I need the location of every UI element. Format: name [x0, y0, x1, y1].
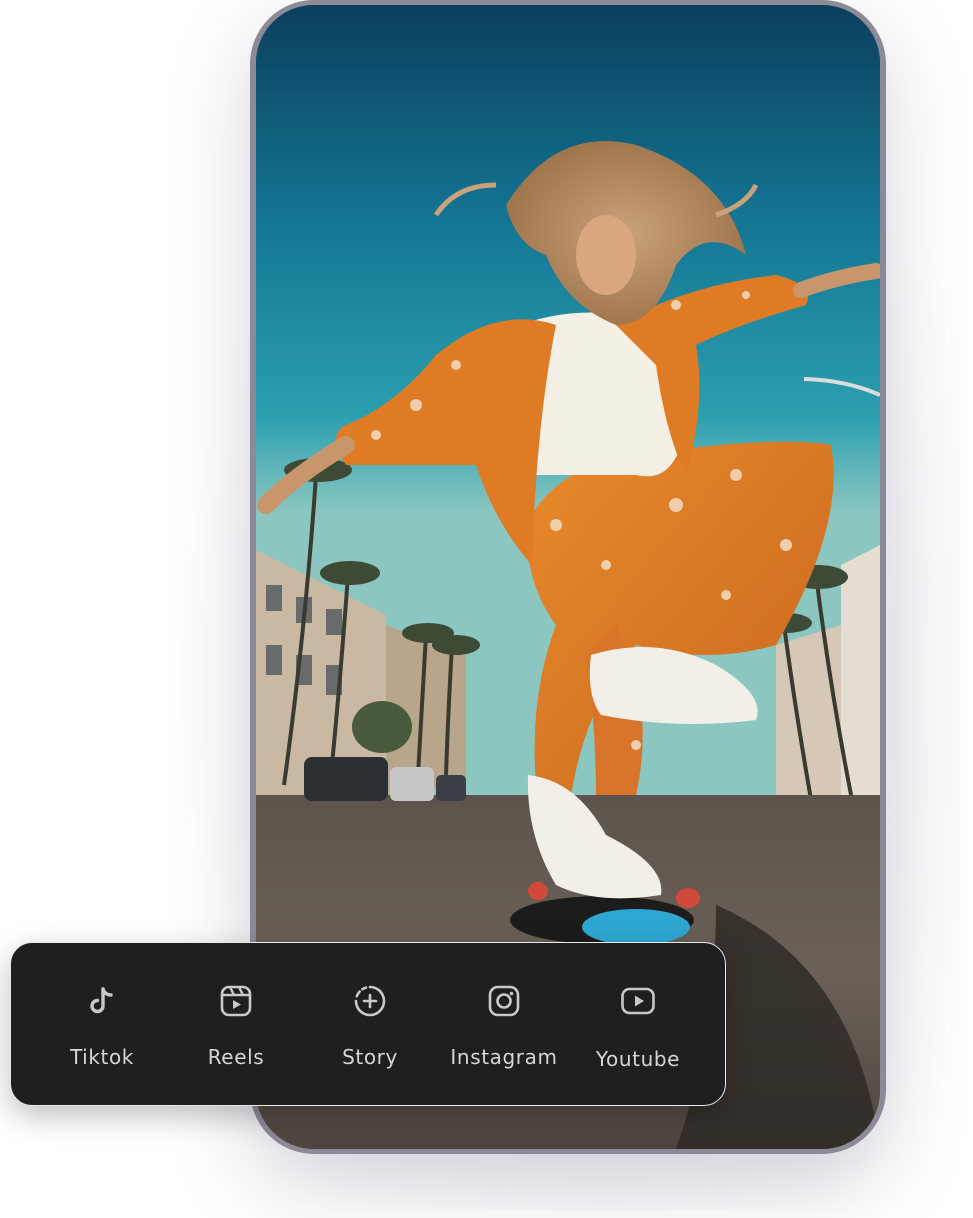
- story-icon: [352, 983, 388, 1019]
- youtube-icon: [620, 983, 656, 1019]
- share-option-youtube[interactable]: Youtube: [571, 983, 705, 1079]
- instagram-icon: [486, 983, 522, 1019]
- share-option-label: Story: [342, 1045, 398, 1069]
- share-option-tiktok[interactable]: Tiktok: [35, 983, 169, 1079]
- share-options-bar: Tiktok Reels Story Instagram Youtube: [10, 942, 726, 1106]
- share-option-label: Instagram: [450, 1045, 558, 1069]
- share-option-label: Tiktok: [69, 1045, 134, 1069]
- share-option-story[interactable]: Story: [303, 983, 437, 1079]
- reels-icon: [218, 983, 254, 1019]
- share-option-label: Reels: [207, 1045, 265, 1069]
- share-option-reels[interactable]: Reels: [169, 983, 303, 1079]
- tiktok-icon: [84, 983, 120, 1019]
- share-option-instagram[interactable]: Instagram: [437, 983, 571, 1079]
- share-option-label: Youtube: [595, 1047, 681, 1071]
- stage: Tiktok Reels Story Instagram Youtube: [0, 0, 973, 1218]
